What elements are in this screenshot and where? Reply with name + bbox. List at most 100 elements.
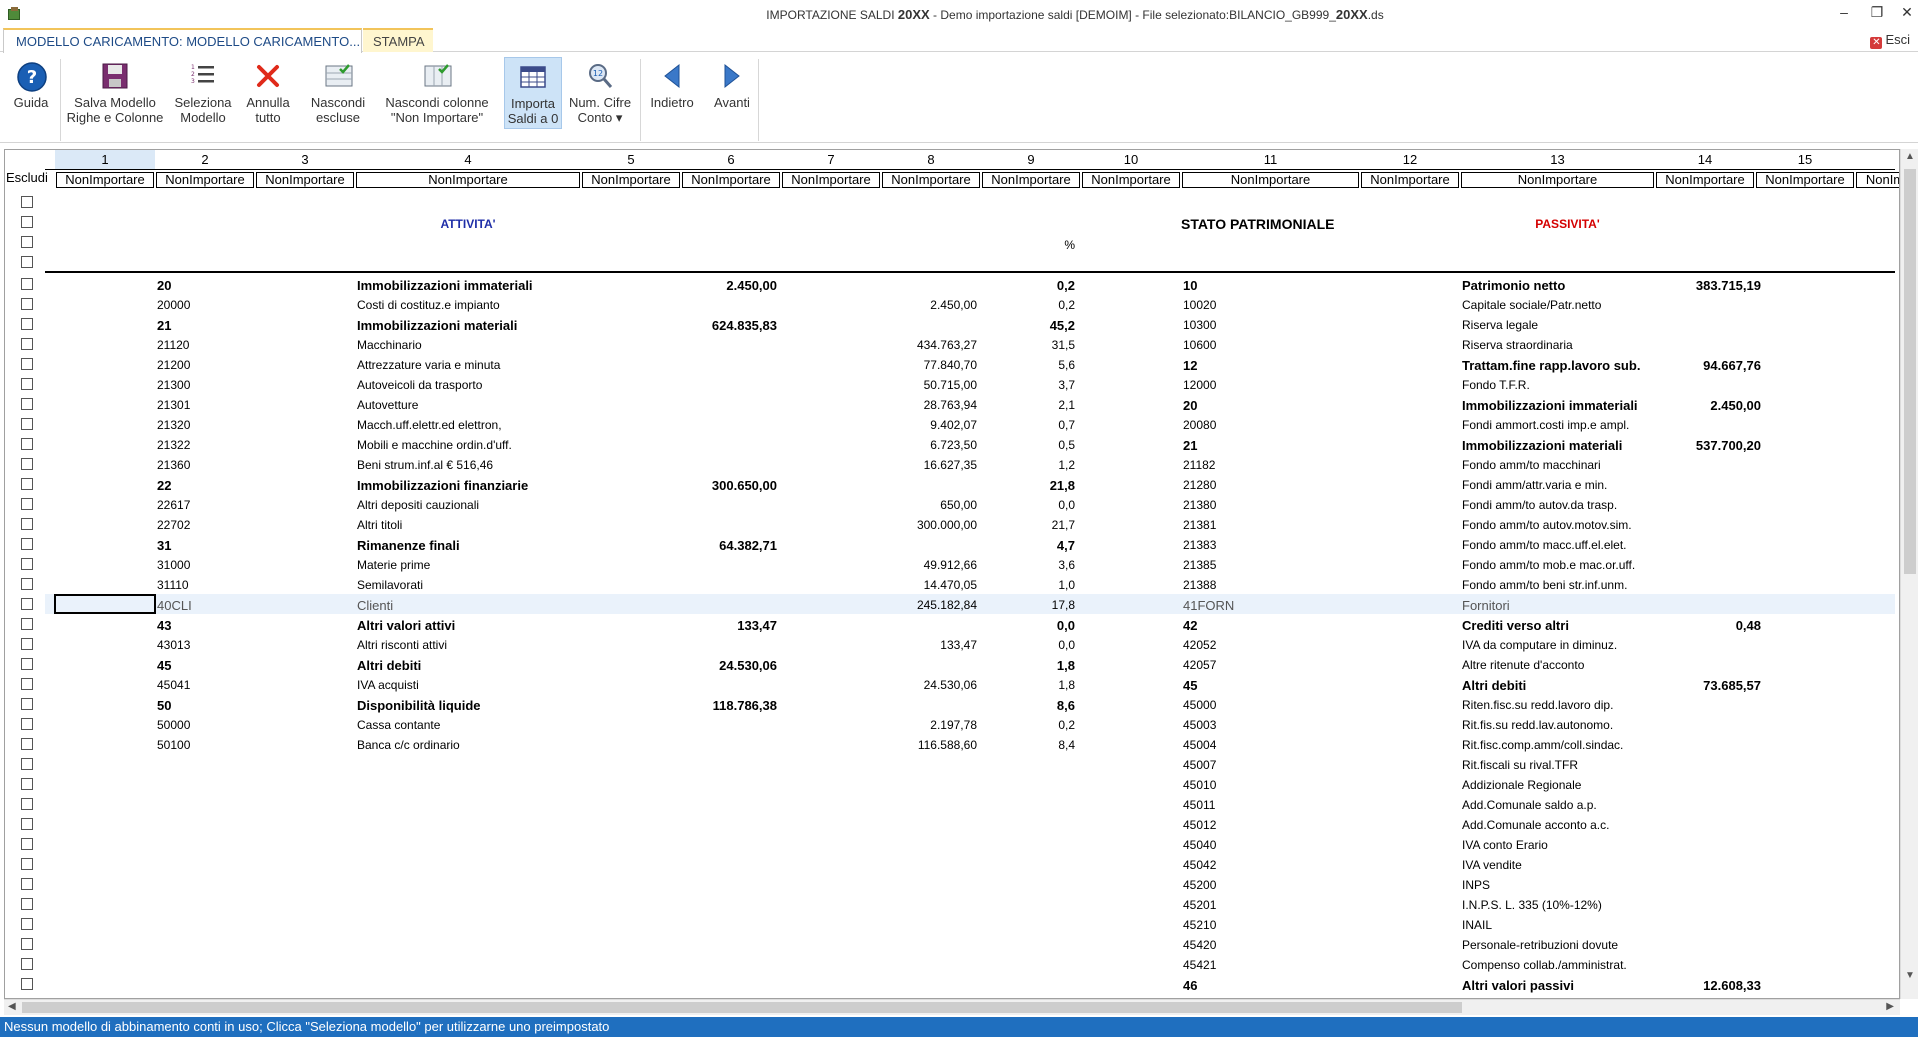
seleziona-modello-button[interactable]: 123 Seleziona Modello (168, 57, 238, 129)
tab-stampa[interactable]: STAMPA (363, 28, 433, 52)
exclude-checkbox[interactable] (21, 878, 33, 890)
exclude-checkbox[interactable] (21, 518, 33, 530)
vertical-scrollbar[interactable]: ▲ ▼ (1900, 149, 1918, 999)
vertical-scroll-thumb[interactable] (1904, 169, 1916, 574)
exclude-checkbox[interactable] (21, 858, 33, 870)
exclude-checkbox[interactable] (21, 358, 33, 370)
column-type-select[interactable]: NonImportare (156, 172, 254, 188)
scroll-left-icon[interactable]: ◀ (8, 1001, 16, 1012)
nascondi-escluse-button[interactable]: Nascondi escluse (302, 57, 374, 129)
exclude-checkbox[interactable] (21, 978, 33, 990)
exclude-checkbox[interactable] (21, 478, 33, 490)
exclude-checkbox[interactable] (21, 778, 33, 790)
restore-button[interactable]: ❐ (1865, 4, 1889, 21)
exclude-checkbox[interactable] (21, 938, 33, 950)
exclude-checkbox[interactable] (21, 798, 33, 810)
column-header-1[interactable]: 1 (55, 150, 155, 169)
column-header-6[interactable]: 6 (681, 150, 781, 169)
exclude-checkbox[interactable] (21, 236, 33, 248)
column-type-select[interactable]: NonImportare (1756, 172, 1854, 188)
exclude-checkbox[interactable] (21, 758, 33, 770)
minimize-button[interactable]: – (1832, 4, 1856, 20)
exclude-checkbox[interactable] (21, 578, 33, 590)
guida-button[interactable]: ? Guida (8, 57, 54, 129)
exclude-checkbox[interactable] (21, 598, 33, 610)
column-header-3[interactable]: 3 (255, 150, 355, 169)
column-type-select[interactable]: NonImportare (1361, 172, 1459, 188)
column-header-10[interactable]: 10 (1081, 150, 1181, 169)
liability-code: 21385 (1183, 558, 1217, 572)
column-type-select[interactable]: NonImportare (582, 172, 680, 188)
exclude-checkbox[interactable] (21, 278, 33, 290)
column-header-4[interactable]: 4 (355, 150, 581, 169)
column-header-11[interactable]: 11 (1181, 150, 1360, 169)
current-cell[interactable] (54, 594, 156, 614)
salva-modello-button[interactable]: Salva Modello Righe e Colonne (62, 57, 168, 129)
exclude-checkbox[interactable] (21, 338, 33, 350)
column-header-8[interactable]: 8 (881, 150, 981, 169)
tab-modello[interactable]: MODELLO CARICAMENTO: MODELLO CARICAMENTO… (3, 28, 362, 53)
exclude-checkbox[interactable] (21, 738, 33, 750)
column-header-13[interactable]: 13 (1460, 150, 1655, 169)
percent-header: % (1064, 238, 1075, 252)
importa-saldi-button[interactable]: Importa Saldi a 0 (504, 57, 562, 129)
nascondi-colonne-button[interactable]: Nascondi colonne "Non Importare" (378, 57, 496, 129)
exclude-checkbox[interactable] (21, 418, 33, 430)
horizontal-scroll-thumb[interactable] (22, 1002, 1462, 1013)
column-type-select[interactable]: NonImportare (782, 172, 880, 188)
num-cifre-conto-button[interactable]: 12 Num. Cifre Conto ▾ (564, 57, 636, 129)
esci-button[interactable]: ✕ Esci (1870, 32, 1910, 49)
exclude-checkbox[interactable] (21, 458, 33, 470)
exclude-checkbox[interactable] (21, 256, 33, 268)
exclude-checkbox[interactable] (21, 196, 33, 208)
column-type-select[interactable]: NonImportare (682, 172, 780, 188)
exclude-checkbox[interactable] (21, 318, 33, 330)
avanti-button[interactable]: Avanti (704, 57, 760, 129)
column-type-select[interactable]: NonImportare (882, 172, 980, 188)
account-code: 40CLI (157, 598, 192, 613)
exclude-checkbox[interactable] (21, 678, 33, 690)
indietro-button[interactable]: Indietro (644, 57, 700, 129)
exclude-checkbox[interactable] (21, 558, 33, 570)
column-header-15[interactable]: 15 (1755, 150, 1855, 169)
scroll-down-icon[interactable]: ▼ (1905, 970, 1915, 981)
column-type-select[interactable]: NonImportare (1461, 172, 1654, 188)
exclude-checkbox[interactable] (21, 918, 33, 930)
column-type-select[interactable]: NonIm (1856, 172, 1899, 188)
exclude-checkbox[interactable] (21, 658, 33, 670)
exclude-checkbox[interactable] (21, 398, 33, 410)
column-header-2[interactable]: 2 (155, 150, 255, 169)
close-button[interactable]: ✕ (1895, 4, 1918, 21)
exclude-checkbox[interactable] (21, 958, 33, 970)
exclude-checkbox[interactable] (21, 698, 33, 710)
exclude-checkbox[interactable] (21, 718, 33, 730)
column-header-12[interactable]: 12 (1360, 150, 1460, 169)
column-header-14[interactable]: 14 (1655, 150, 1755, 169)
column-header-5[interactable]: 5 (581, 150, 681, 169)
horizontal-scrollbar[interactable]: ◀ ▶ (4, 999, 1900, 1015)
exclude-checkbox[interactable] (21, 838, 33, 850)
exclude-checkbox[interactable] (21, 216, 33, 228)
exclude-checkbox[interactable] (21, 818, 33, 830)
exclude-checkbox[interactable] (21, 378, 33, 390)
scroll-right-icon[interactable]: ▶ (1886, 1001, 1894, 1012)
column-header-9[interactable]: 9 (981, 150, 1081, 169)
column-type-select[interactable]: NonImportare (56, 172, 154, 188)
column-type-select[interactable]: NonImportare (1656, 172, 1754, 188)
scroll-up-icon[interactable]: ▲ (1905, 151, 1915, 162)
import-grid[interactable]: Escludi 1 2 3 4 5 6 7 8 9 10 11 12 13 14 15 NonImporta… (4, 149, 1900, 999)
column-type-select[interactable]: NonImportare (356, 172, 580, 188)
column-type-select[interactable]: NonImportare (982, 172, 1080, 188)
annulla-tutto-button[interactable]: Annulla tutto (240, 57, 296, 129)
exclude-checkbox[interactable] (21, 438, 33, 450)
column-type-select[interactable]: NonImportare (1182, 172, 1359, 188)
exclude-checkbox[interactable] (21, 618, 33, 630)
exclude-checkbox[interactable] (21, 298, 33, 310)
exclude-checkbox[interactable] (21, 538, 33, 550)
exclude-checkbox[interactable] (21, 638, 33, 650)
column-type-select[interactable]: NonImportare (1082, 172, 1180, 188)
column-header-7[interactable]: 7 (781, 150, 881, 169)
column-type-select[interactable]: NonImportare (256, 172, 354, 188)
exclude-checkbox[interactable] (21, 898, 33, 910)
exclude-checkbox[interactable] (21, 498, 33, 510)
